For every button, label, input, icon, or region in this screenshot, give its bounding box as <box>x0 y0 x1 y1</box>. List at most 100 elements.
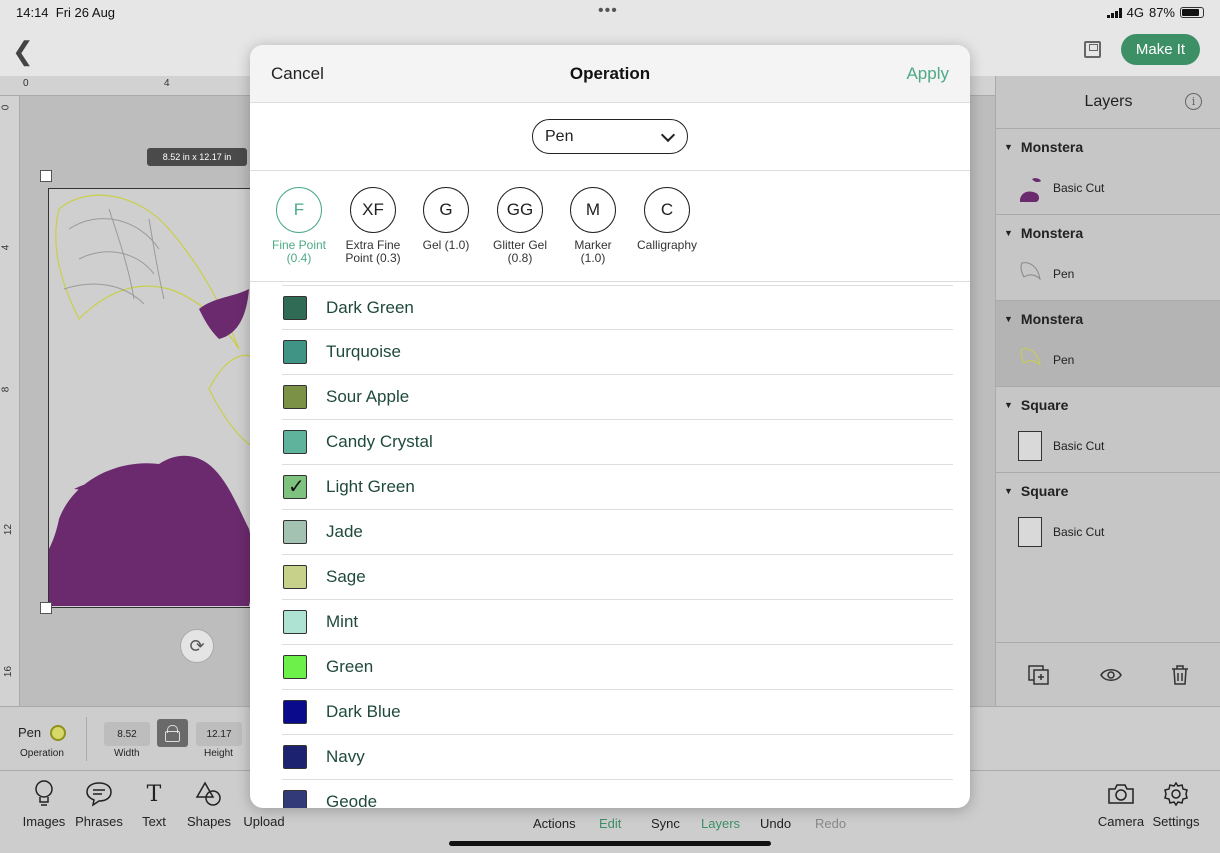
layer-group[interactable]: ▼ Square Basic Cut <box>996 386 1220 472</box>
pen-color-swatch[interactable] <box>50 725 66 741</box>
selected-design[interactable] <box>48 188 258 608</box>
pen-type-circle: XF <box>350 187 396 233</box>
layer-group[interactable]: ▼ Monstera Pen <box>996 214 1220 300</box>
color-row[interactable]: Jade <box>282 510 953 555</box>
color-row[interactable]: Geode <box>282 780 953 808</box>
make-it-button[interactable]: Make It <box>1121 34 1200 65</box>
color-name: Green <box>326 657 374 676</box>
color-swatch <box>283 610 307 634</box>
pen-type-fine-point[interactable]: F Fine Point (0.4) <box>259 187 339 265</box>
pen-type-circle: F <box>276 187 322 233</box>
color-swatch <box>283 430 307 454</box>
layer-item-label: Basic Cut <box>1053 439 1105 453</box>
color-row[interactable]: Sour Apple <box>282 375 953 420</box>
signal-icon <box>1106 7 1122 18</box>
lock-icon[interactable] <box>157 719 188 747</box>
height-field[interactable]: 12.17 <box>196 722 242 746</box>
pen-type-marker[interactable]: M Marker (1.0) <box>553 187 633 265</box>
pen-type-extra-fine-point[interactable]: XF Extra Fine Point (0.3) <box>333 187 413 265</box>
duplicate-icon[interactable] <box>1028 665 1050 685</box>
text-t-icon: T <box>146 781 162 807</box>
color-name: Turquoise <box>326 342 401 361</box>
text-tool[interactable]: T Text <box>126 779 182 830</box>
layer-group-header[interactable]: ▼ Monstera <box>1004 225 1083 241</box>
tab-layers[interactable]: Layers <box>701 816 740 831</box>
operation-dropdown[interactable]: Pen <box>532 119 688 154</box>
undo-button[interactable]: Undo <box>760 816 791 831</box>
layer-group-header[interactable]: ▼ Square <box>1004 397 1068 413</box>
multitasking-dots-icon[interactable]: ••• <box>598 2 618 20</box>
color-row[interactable]: Dark Green <box>282 285 953 330</box>
tab-actions[interactable]: Actions <box>533 816 576 831</box>
color-list[interactable]: Dark Green Turquoise Sour Apple Candy Cr… <box>250 285 970 808</box>
monstera-artwork <box>49 194 257 606</box>
width-field[interactable]: 8.52 <box>104 722 150 746</box>
shapes-tool[interactable]: Shapes <box>181 779 237 829</box>
color-swatch <box>283 520 307 544</box>
chevron-down-icon <box>660 127 676 143</box>
caret-down-icon[interactable]: ▼ <box>1004 486 1013 496</box>
color-name: Candy Crystal <box>326 432 433 451</box>
operation-dialog: Cancel Operation Apply Pen F Fine Point(… <box>250 45 970 808</box>
settings-tool[interactable]: Settings <box>1148 779 1204 829</box>
layer-item-label: Basic Cut <box>1053 181 1105 195</box>
color-row[interactable]: Mint <box>282 600 953 645</box>
pen-type-glitter-gel[interactable]: GG Glitter Gel (0.8) <box>480 187 560 265</box>
layer-group-header[interactable]: ▼ Monstera <box>1004 311 1083 327</box>
images-tool[interactable]: Images <box>16 779 72 829</box>
color-swatch <box>283 790 307 808</box>
gear-icon <box>1148 779 1204 809</box>
rotate-icon[interactable]: ⟳ <box>180 629 214 663</box>
resize-handle[interactable] <box>40 170 52 182</box>
back-arrow-icon[interactable]: ❮ <box>12 36 34 67</box>
shapes-icon <box>181 779 237 809</box>
resize-handle[interactable] <box>40 602 52 614</box>
speech-bubble-icon <box>71 779 127 809</box>
caret-down-icon[interactable]: ▼ <box>1004 228 1013 238</box>
camera-label: Camera <box>1097 814 1145 829</box>
caret-down-icon[interactable]: ▼ <box>1004 400 1013 410</box>
caret-down-icon[interactable]: ▼ <box>1004 142 1013 152</box>
tab-sync[interactable]: Sync <box>651 816 680 831</box>
color-row[interactable]: Candy Crystal <box>282 420 953 465</box>
color-name: Sour Apple <box>326 387 410 406</box>
pen-type-row: F Fine Point (0.4) XF Extra Fine Point (0.… <box>250 171 970 282</box>
color-row[interactable]: Sage <box>282 555 953 600</box>
caret-down-icon[interactable]: ▼ <box>1004 314 1013 324</box>
layer-group[interactable]: ▼ Square Basic Cut <box>996 472 1220 558</box>
home-indicator[interactable] <box>449 841 771 846</box>
camera-tool[interactable]: Camera <box>1093 779 1149 829</box>
color-row[interactable]: Dark Blue <box>282 690 953 735</box>
upload-label: Upload <box>243 814 285 829</box>
redo-button[interactable]: Redo <box>815 816 846 831</box>
pen-type-calligraphy[interactable]: C Calligraphy <box>627 187 707 252</box>
layer-thumbnail <box>1020 178 1041 202</box>
layer-group-header[interactable]: ▼ Monstera <box>1004 139 1083 155</box>
layer-group[interactable]: ▼ Monstera Basic Cut <box>996 128 1220 214</box>
pen-type-gel[interactable]: G Gel (1.0) <box>406 187 486 252</box>
save-icon[interactable] <box>1084 41 1101 58</box>
layer-group-selected[interactable]: ▼ Monstera Pen <box>996 300 1220 386</box>
images-label: Images <box>22 814 66 829</box>
eye-icon[interactable] <box>1100 665 1122 685</box>
trash-icon[interactable] <box>1169 665 1191 685</box>
pen-type-label: Fine Point (0.4) <box>271 238 327 265</box>
network-label: 4G <box>1126 5 1144 20</box>
height-caption: Height <box>204 748 233 759</box>
color-row[interactable]: Green <box>282 645 953 690</box>
color-row[interactable]: Turquoise <box>282 330 953 375</box>
operation-value[interactable]: Pen <box>18 725 41 740</box>
color-row-selected[interactable]: ✓ Light Green <box>282 465 953 510</box>
color-row[interactable]: Navy <box>282 735 953 780</box>
pen-type-circle: C <box>644 187 690 233</box>
layer-thumbnail <box>1018 517 1042 547</box>
shapes-label: Shapes <box>186 814 232 829</box>
layer-group-header[interactable]: ▼ Square <box>1004 483 1068 499</box>
info-icon[interactable]: i <box>1185 93 1202 110</box>
phrases-tool[interactable]: Phrases <box>71 779 127 829</box>
battery-icon <box>1180 7 1204 18</box>
tab-edit[interactable]: Edit <box>599 816 621 831</box>
apply-button[interactable]: Apply <box>906 64 949 84</box>
dialog-header: Cancel Operation Apply <box>250 45 970 103</box>
status-right: 4G 87% <box>1106 5 1204 20</box>
